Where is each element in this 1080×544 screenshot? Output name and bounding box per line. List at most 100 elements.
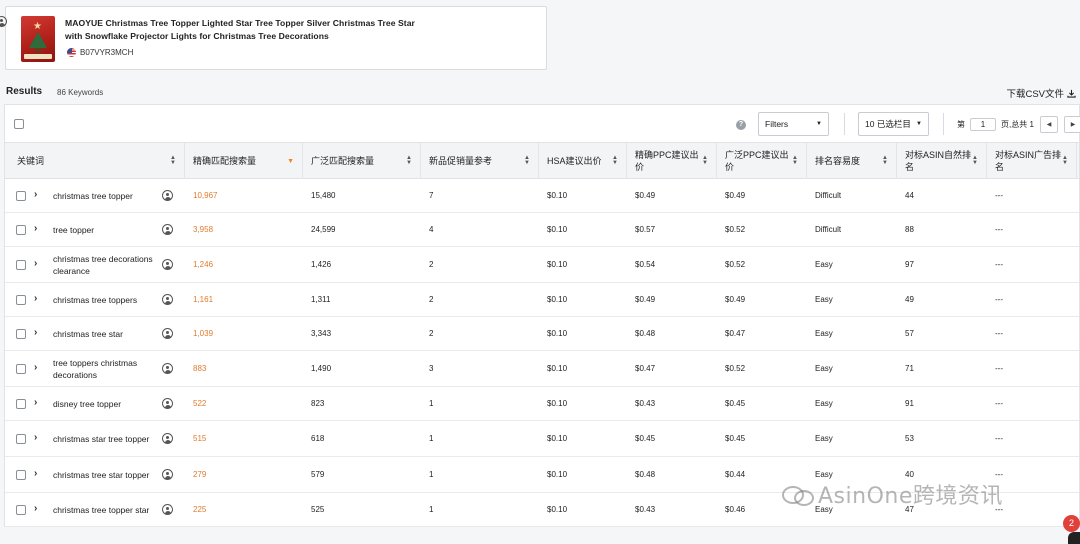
cell-broad: 579 [311, 470, 325, 479]
cell-ease: Difficult [815, 225, 842, 234]
sort-icon[interactable]: ▲ ▼ [972, 155, 978, 166]
cell-ease: Easy [815, 399, 833, 408]
cell-exact: 1,039 [193, 329, 214, 338]
row-checkbox[interactable] [16, 225, 26, 235]
results-count: 86 Keywords [57, 88, 104, 97]
table-row[interactable]: › tree topper 3,958 24,599 4 $0.10 $0.57 $0.52 D… [5, 213, 1079, 247]
chevron-right-icon[interactable]: › [34, 189, 37, 200]
row-checkbox[interactable] [16, 329, 26, 339]
user-icon[interactable] [162, 363, 173, 374]
chevron-right-icon[interactable]: › [34, 397, 37, 408]
cell-broad: 1,490 [311, 364, 332, 373]
cell-broad-ppc: $0.44 [725, 470, 746, 479]
cell-hsa: $0.10 [547, 470, 568, 479]
next-page-button[interactable]: ▶ [1064, 116, 1080, 133]
table-row[interactable]: › disney tree topper 522 823 1 $0.10 $0.43 $0.4… [5, 387, 1079, 421]
col-exact-volume[interactable]: 精确匹配搜索量 ▼ [185, 143, 303, 179]
cell-ad: --- [995, 260, 1003, 269]
keyword-cell: christmas tree toppers [53, 294, 138, 305]
chevron-right-icon[interactable]: › [34, 223, 37, 234]
page-number-input[interactable]: 1 [970, 118, 996, 131]
table-body: › christmas tree topper 10,967 15,480 7 $0.10… [5, 179, 1079, 527]
user-icon[interactable] [162, 398, 173, 409]
cell-ad: --- [995, 399, 1003, 408]
sort-icon[interactable]: ▲ ▼ [1062, 155, 1068, 166]
row-checkbox[interactable] [16, 399, 26, 409]
col-hsa-bid[interactable]: HSA建议出价 ▲ ▼ [539, 143, 627, 179]
chevron-right-icon[interactable]: › [34, 468, 37, 479]
user-icon[interactable] [162, 224, 173, 235]
sort-icon[interactable]: ▲ ▼ [702, 155, 708, 166]
columns-dropdown[interactable]: 10 已选栏目 ▼ [858, 112, 929, 136]
row-checkbox[interactable] [16, 364, 26, 374]
cell-promo: 1 [429, 399, 434, 408]
chat-widget-button[interactable] [1068, 532, 1080, 544]
sort-icon[interactable]: ▲ ▼ [792, 155, 798, 166]
cell-ad: --- [995, 364, 1003, 373]
keyword-cell: disney tree topper [53, 398, 122, 409]
tree-icon [29, 32, 47, 48]
product-title[interactable]: MAOYUE Christmas Tree Topper Lighted Sta… [65, 17, 455, 42]
user-icon[interactable] [162, 190, 173, 201]
download-csv-button[interactable]: 下载CSV文件 [1006, 86, 1076, 100]
chevron-right-icon[interactable]: › [34, 258, 37, 269]
table-row[interactable]: › christmas tree toppers 1,161 1,311 2 $0.10 $… [5, 283, 1079, 317]
row-checkbox[interactable] [16, 434, 26, 444]
user-icon[interactable] [0, 16, 7, 27]
cell-ad: --- [995, 329, 1003, 338]
table-row[interactable]: › christmas tree decorations clearance 1,2… [5, 247, 1079, 283]
cell-organic: 53 [905, 434, 914, 443]
cell-exact: 515 [193, 434, 207, 443]
row-checkbox[interactable] [16, 191, 26, 201]
user-icon[interactable] [162, 469, 173, 480]
cell-exact: 1,246 [193, 260, 214, 269]
sort-icon[interactable]: ▲ ▼ [882, 155, 888, 166]
user-icon[interactable] [162, 433, 173, 444]
row-checkbox[interactable] [16, 470, 26, 480]
user-icon[interactable] [162, 328, 173, 339]
col-broad-volume[interactable]: 广泛匹配搜索量 ▲ ▼ [303, 143, 421, 179]
chevron-right-icon[interactable]: › [34, 327, 37, 338]
cell-hsa: $0.10 [547, 260, 568, 269]
col-asin-organic-rank[interactable]: 对标ASIN自然排名 ▲ ▼ [897, 143, 987, 179]
cell-ease: Easy [815, 434, 833, 443]
sort-icon[interactable]: ▲ ▼ [612, 155, 618, 166]
table-row[interactable]: › tree toppers christmas decorations 883 1,… [5, 351, 1079, 387]
table-row[interactable]: › christmas tree star 1,039 3,343 2 $0.10 $0.4… [5, 317, 1079, 351]
select-all-checkbox[interactable] [14, 119, 24, 129]
cell-broad: 1,426 [311, 260, 332, 269]
keyword-cell: christmas tree star topper [53, 469, 150, 480]
notification-badge[interactable]: 2 [1063, 515, 1080, 532]
user-icon[interactable] [162, 294, 173, 305]
sort-desc-icon[interactable]: ▼ [287, 158, 294, 165]
chevron-right-icon[interactable]: › [34, 503, 37, 514]
table-row[interactable]: › christmas tree topper 10,967 15,480 7 $0.10… [5, 179, 1079, 213]
product-asin: B07VYR3MCH [67, 48, 133, 57]
table-toolbar: ? Filters ▼ 10 已选栏目 ▼ 第 1 页,总共 1 ◀ ▶ [4, 104, 1080, 142]
col-keyword[interactable]: 关键词 ▲ ▼ [5, 143, 185, 179]
sort-icon[interactable]: ▲ ▼ [170, 155, 176, 166]
col-exact-ppc[interactable]: 精确PPC建议出价 ▲ ▼ [627, 143, 717, 179]
cell-hsa: $0.10 [547, 364, 568, 373]
sort-icon[interactable]: ▲ ▼ [406, 155, 412, 166]
sort-icon[interactable]: ▲ ▼ [524, 155, 530, 166]
col-rank-ease[interactable]: 排名容易度 ▲ ▼ [807, 143, 897, 179]
col-promo-reference[interactable]: 新品促销量参考 ▲ ▼ [421, 143, 539, 179]
keyword-cell: christmas tree topper star [53, 504, 150, 515]
row-checkbox[interactable] [16, 505, 26, 515]
user-icon[interactable] [162, 259, 173, 270]
filters-dropdown[interactable]: Filters ▼ [758, 112, 829, 136]
row-checkbox[interactable] [16, 260, 26, 270]
chevron-right-icon[interactable]: › [34, 432, 37, 443]
row-checkbox[interactable] [16, 295, 26, 305]
col-broad-ppc[interactable]: 广泛PPC建议出价 ▲ ▼ [717, 143, 807, 179]
user-icon[interactable] [162, 504, 173, 515]
prev-page-button[interactable]: ◀ [1040, 116, 1058, 133]
table-row[interactable]: › christmas star tree topper 515 618 1 $0.10 $… [5, 421, 1079, 457]
chevron-right-icon[interactable]: › [34, 362, 37, 373]
col-asin-ad-rank[interactable]: 对标ASIN广告排名 ▲ ▼ [987, 143, 1077, 179]
cell-ad: --- [995, 225, 1003, 234]
product-thumbnail[interactable]: ★ [21, 16, 55, 62]
chevron-right-icon[interactable]: › [34, 293, 37, 304]
help-icon[interactable]: ? [736, 120, 746, 130]
